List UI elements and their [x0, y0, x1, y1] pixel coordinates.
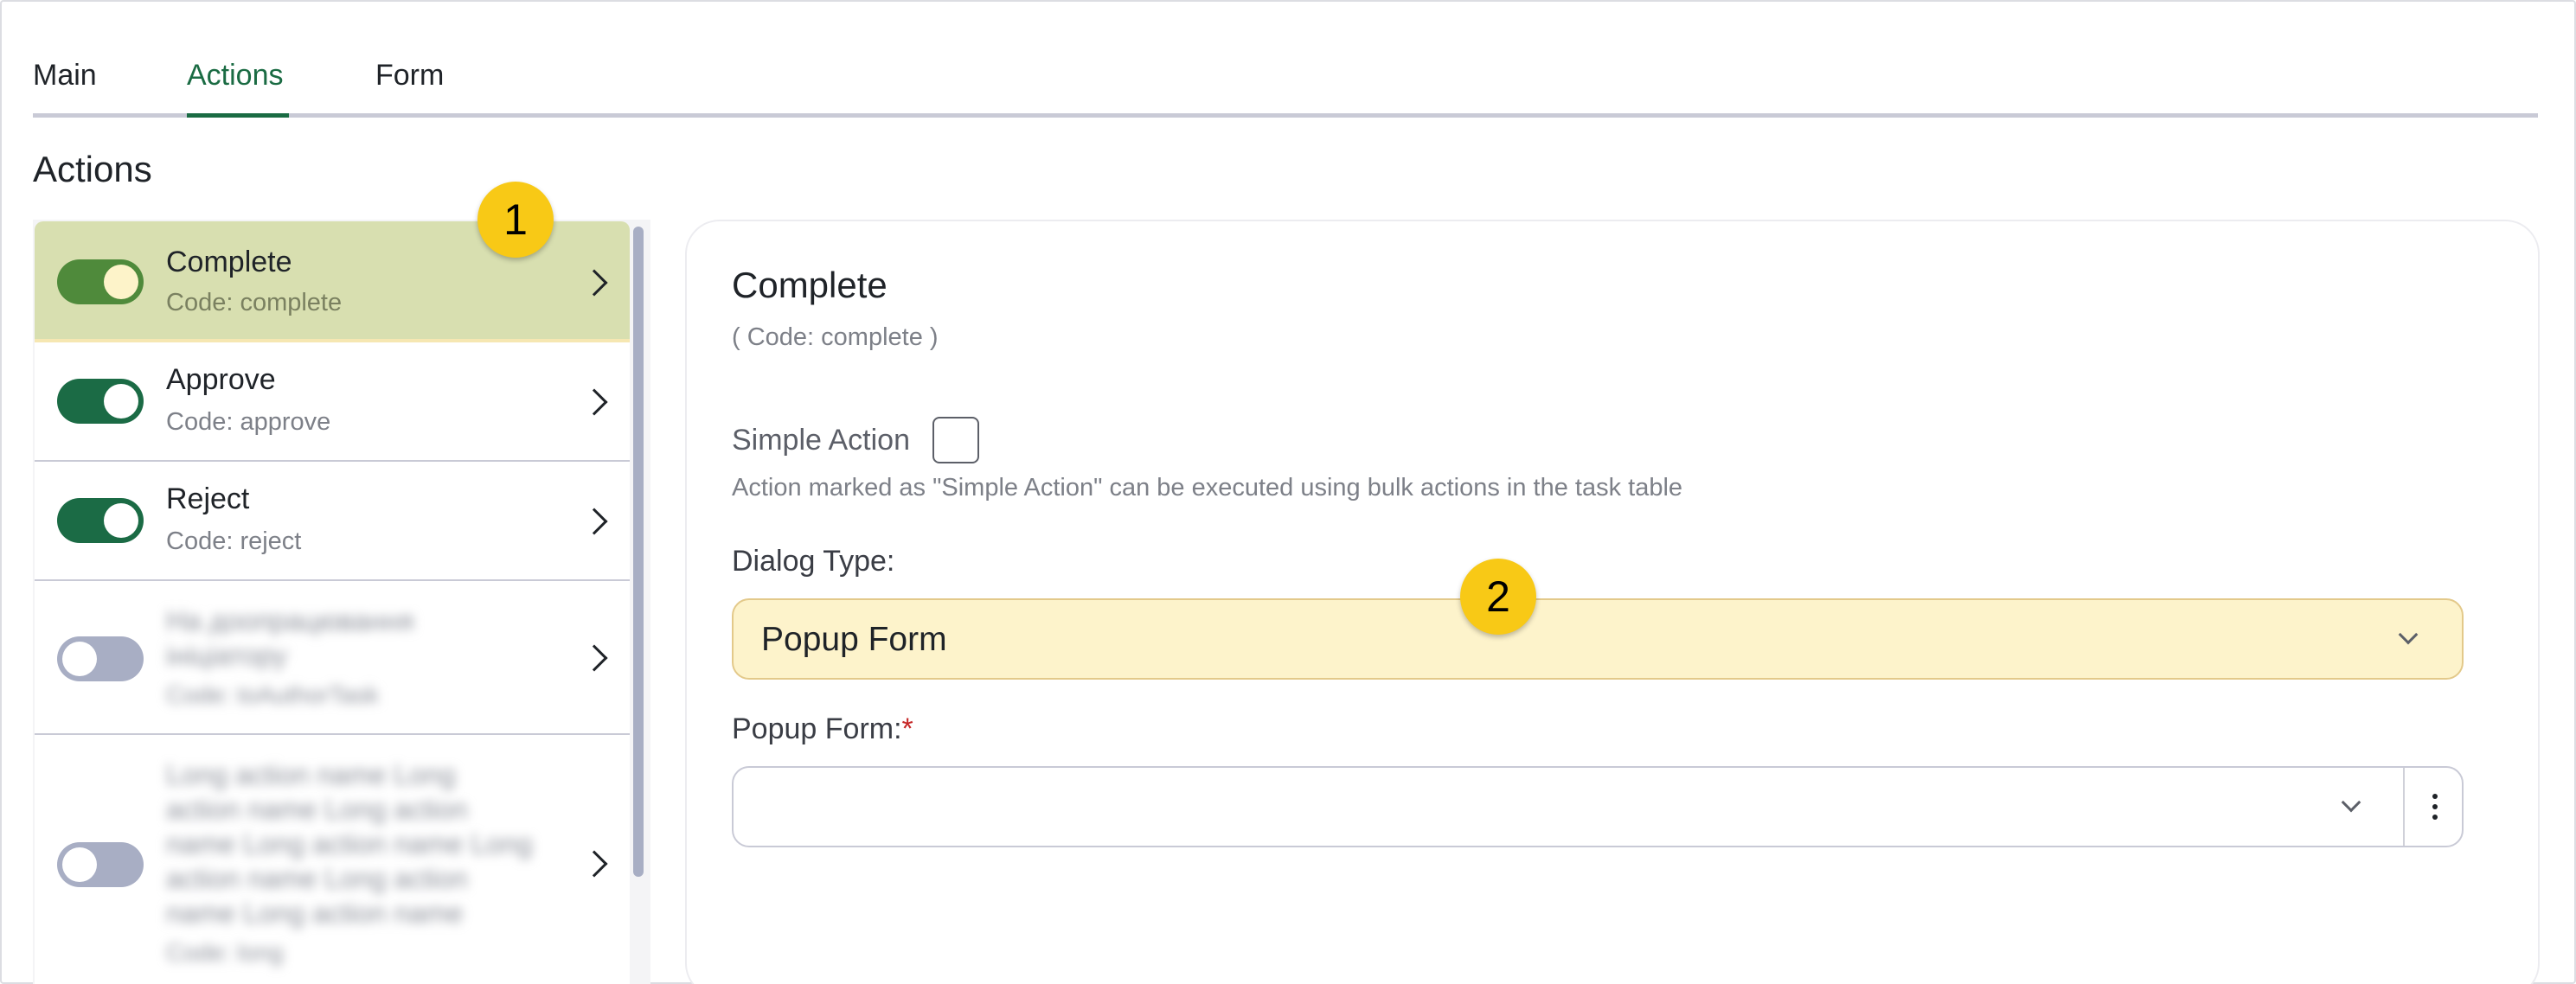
action-code: Code: complete — [166, 289, 343, 316]
dialog-type-select[interactable]: Popup Form — [732, 598, 2464, 680]
popup-form-label: Popup Form:* — [732, 712, 913, 746]
action-name-line: name Long action name — [166, 898, 464, 929]
action-item-reject[interactable]: Reject Code: reject — [35, 462, 630, 581]
chevron-down-icon — [2398, 624, 2419, 645]
action-code: Code: reject — [166, 527, 302, 555]
annotation-badge-1: 1 — [477, 182, 554, 258]
detail-code: ( Code: complete ) — [732, 323, 939, 351]
active-tab-indicator — [187, 113, 289, 118]
action-name: Approve — [166, 363, 276, 396]
chevron-down-icon — [2341, 792, 2361, 813]
action-name: Reject — [166, 482, 250, 515]
action-item-blurred-1[interactable]: На доопрацювання ініціатору Code: toAuth… — [35, 581, 630, 735]
dialog-type-label: Dialog Type: — [732, 545, 895, 578]
simple-action-help: Action marked as "Simple Action" can be … — [732, 474, 1683, 502]
detail-title: Complete — [732, 265, 888, 305]
action-detail-panel: Complete ( Code: complete ) Simple Actio… — [685, 220, 2540, 984]
action-name-line: Long action name Long — [166, 759, 456, 790]
action-toggle[interactable] — [57, 842, 144, 887]
toggle-knob — [62, 642, 97, 676]
tab-form[interactable]: Form — [375, 59, 444, 93]
action-code: Code: long — [166, 939, 284, 966]
action-item-approve[interactable]: Approve Code: approve — [35, 342, 630, 462]
tab-actions[interactable]: Actions — [187, 59, 284, 93]
required-mark: * — [901, 712, 913, 745]
dialog-type-value: Popup Form — [761, 621, 947, 658]
action-name-line: action name Long action — [166, 794, 468, 825]
action-toggle[interactable] — [57, 379, 144, 424]
toggle-knob — [104, 265, 138, 299]
action-item-blurred-2[interactable]: Long action name Long action name Long a… — [35, 735, 630, 984]
action-toggle[interactable] — [57, 259, 144, 304]
action-name-line: На доопрацювання — [166, 605, 414, 636]
chevron-right-icon — [580, 269, 608, 297]
action-name-line: name Long action name Long — [166, 828, 533, 859]
action-toggle[interactable] — [57, 636, 144, 681]
action-code: Code: approve — [166, 408, 331, 436]
tab-main[interactable]: Main — [33, 59, 97, 93]
popup-form-label-text: Popup Form: — [732, 712, 902, 745]
toggle-knob — [104, 384, 138, 419]
annotation-badge-2: 2 — [1460, 559, 1536, 635]
action-name-line: ініціатору — [166, 640, 287, 671]
chevron-right-icon — [580, 850, 608, 878]
simple-action-checkbox[interactable] — [932, 417, 979, 463]
more-options-icon[interactable] — [2432, 794, 2438, 820]
section-title: Actions — [33, 149, 152, 189]
tab-bar: Main Actions Form — [33, 52, 2538, 118]
chevron-right-icon — [580, 644, 608, 672]
toggle-knob — [104, 503, 138, 538]
action-name-line: action name Long action — [166, 863, 468, 894]
action-name: Complete — [166, 246, 292, 278]
actions-list: Complete Code: complete Approve Code: ap… — [33, 220, 650, 984]
chevron-right-icon — [580, 508, 608, 535]
action-code: Code: toAuthorTask — [166, 681, 379, 708]
simple-action-label: Simple Action — [732, 424, 910, 457]
popup-form-select[interactable] — [732, 766, 2464, 847]
toggle-knob — [62, 847, 97, 882]
list-scrollbar[interactable] — [633, 227, 644, 877]
chevron-right-icon — [580, 388, 608, 416]
action-toggle[interactable] — [57, 498, 144, 543]
select-divider — [2403, 768, 2405, 846]
